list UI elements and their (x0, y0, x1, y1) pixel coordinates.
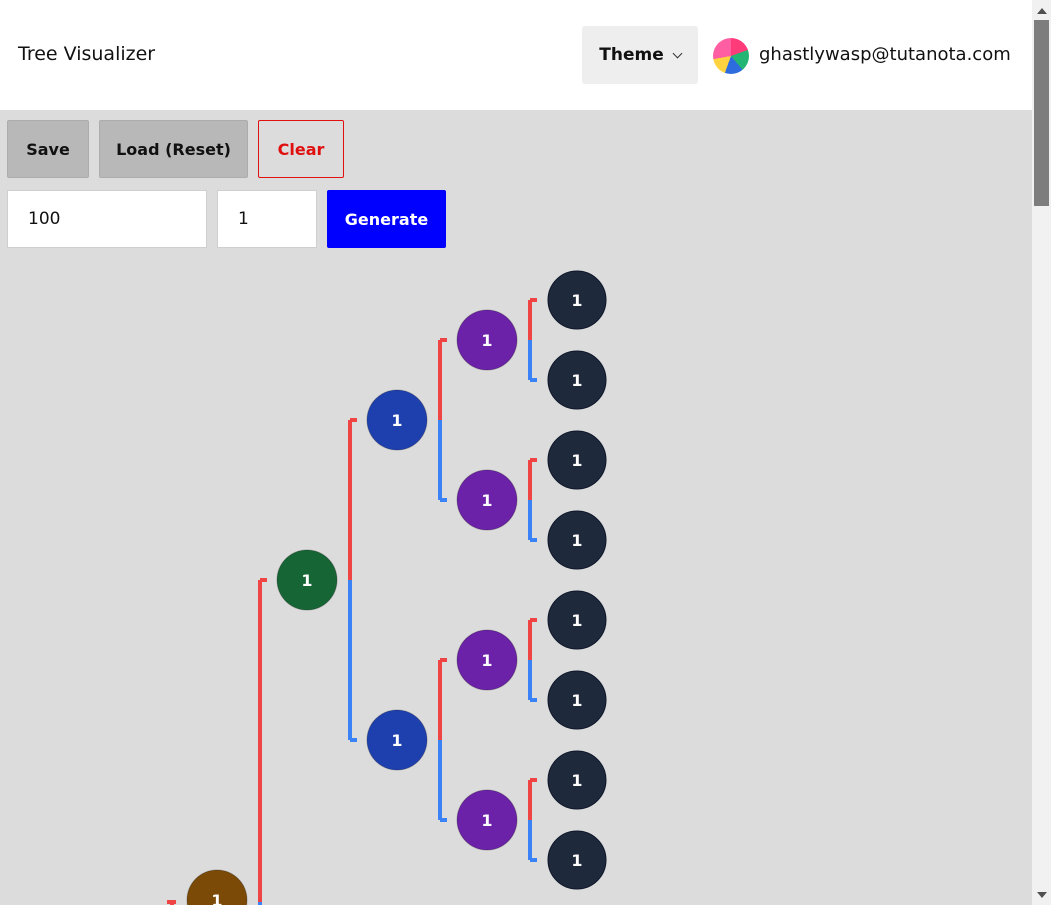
scroll-up-arrow-icon[interactable] (1037, 8, 1047, 14)
tree-node-value: 1 (571, 371, 582, 390)
tree-node-value: 1 (481, 811, 492, 830)
user-email[interactable]: ghastlywasp@tutanota.com (759, 44, 1011, 65)
tree-node-value: 1 (571, 771, 582, 790)
tree-node[interactable]: 1 (547, 270, 607, 330)
tree-node-value: 1 (571, 691, 582, 710)
theme-label: Theme (599, 45, 664, 65)
avatar[interactable] (713, 38, 749, 74)
tree-node-value: 1 (211, 891, 222, 905)
tree-node-value: 1 (571, 451, 582, 470)
tree-node[interactable]: 1 (456, 789, 518, 851)
chevron-down-icon (672, 48, 683, 58)
tree-node[interactable]: 1 (547, 430, 607, 490)
tree-node[interactable]: 1 (547, 750, 607, 810)
tree-node-value: 1 (481, 651, 492, 670)
tree-node-value: 1 (571, 291, 582, 310)
tree-canvas[interactable]: Save Load (Reset) Clear Generate 1111111… (0, 110, 1032, 905)
tree-node[interactable]: 1 (456, 629, 518, 691)
tree-node-value: 1 (301, 571, 312, 590)
vertical-scrollbar[interactable] (1032, 0, 1051, 905)
tree-node-value: 1 (571, 851, 582, 870)
tree-node[interactable]: 1 (366, 389, 428, 451)
tree-node[interactable]: 1 (547, 510, 607, 570)
tree-node-value: 1 (481, 331, 492, 350)
tree-node-value: 1 (391, 411, 402, 430)
tree-node-value: 1 (481, 491, 492, 510)
tree-node[interactable]: 1 (547, 590, 607, 650)
tree-node[interactable]: 1 (547, 350, 607, 410)
tree-node[interactable]: 1 (547, 670, 607, 730)
tree-node[interactable]: 1 (456, 309, 518, 371)
tree-node-value: 1 (391, 731, 402, 750)
tree-node[interactable]: 1 (276, 549, 338, 611)
app-title: Tree Visualizer (18, 43, 156, 65)
tree-node-value: 1 (571, 531, 582, 550)
app-header: Tree Visualizer Theme ghastlywasp@tutano… (0, 0, 1032, 110)
tree-node[interactable]: 1 (366, 709, 428, 771)
tree-node[interactable]: 1 (456, 469, 518, 531)
scroll-down-arrow-icon[interactable] (1037, 892, 1047, 898)
tree-node[interactable]: 1 (186, 869, 248, 905)
tree-node[interactable]: 1 (547, 830, 607, 890)
tree-graph: 1 1 1 1 1 1 1 1 1 1 1 1 1 1 1 1 (167, 270, 607, 905)
scroll-thumb[interactable] (1034, 20, 1049, 206)
tree-node-value: 1 (571, 611, 582, 630)
theme-dropdown-button[interactable]: Theme (582, 26, 698, 84)
